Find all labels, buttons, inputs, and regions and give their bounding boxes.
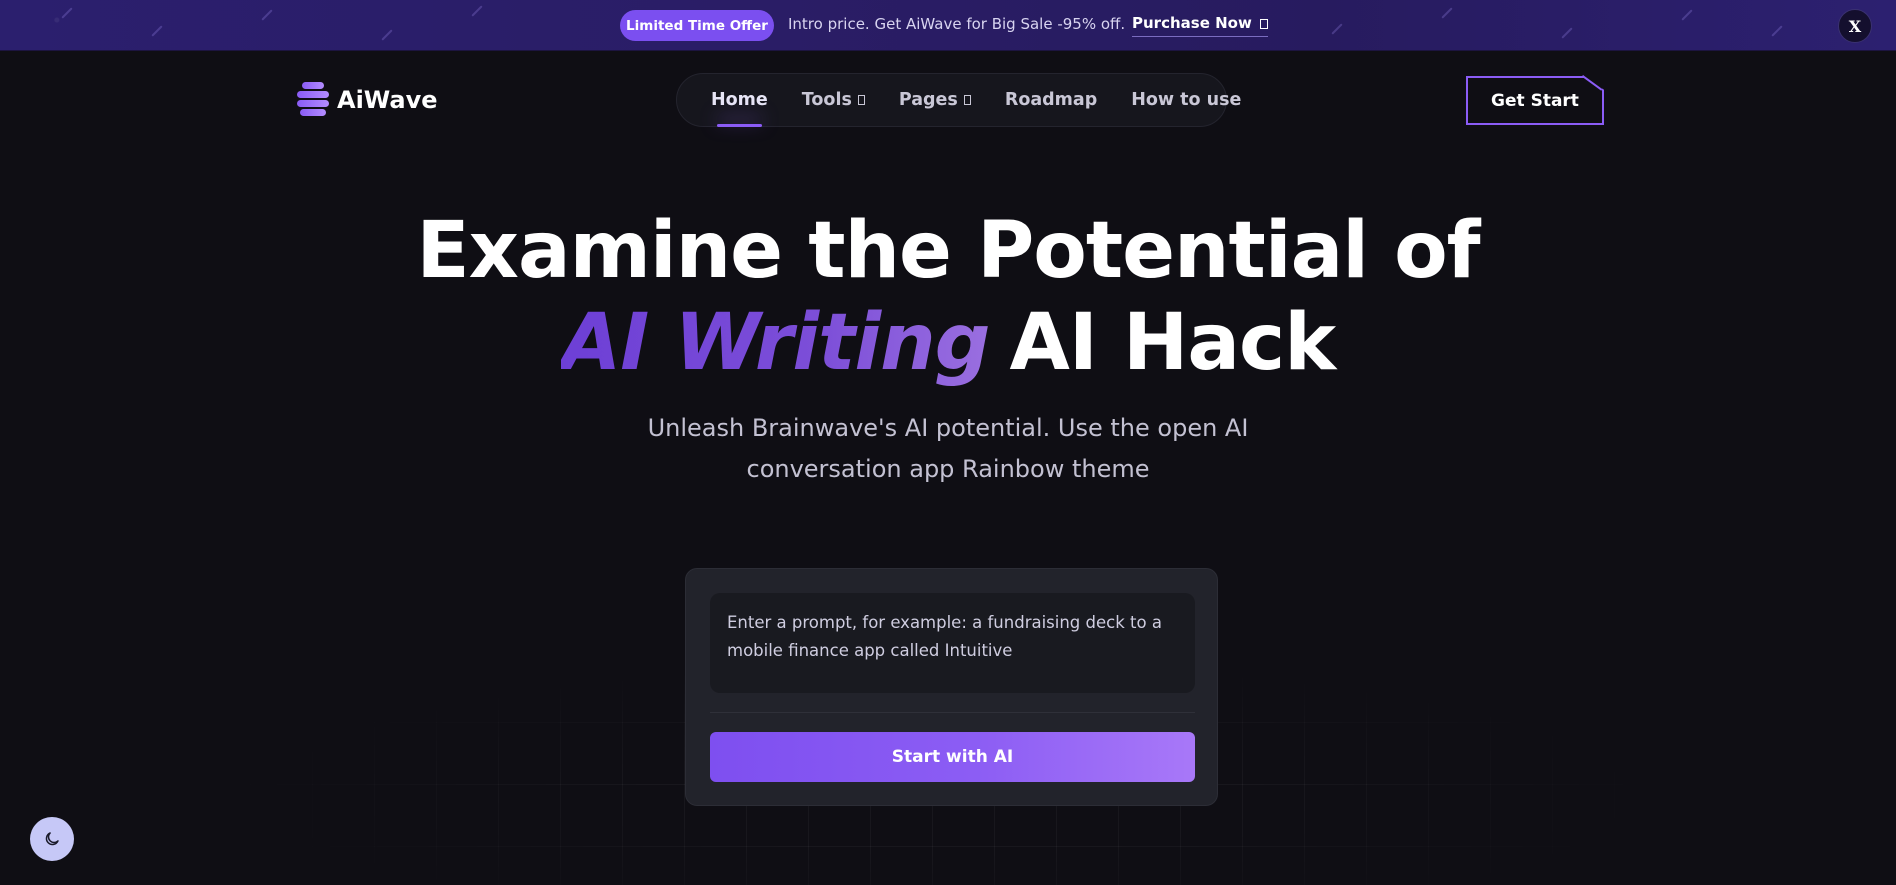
nav-roadmap[interactable]: Roadmap (1005, 90, 1097, 110)
nav-home[interactable]: Home (711, 90, 768, 127)
nav-label: Home (711, 90, 768, 110)
layers-logo-icon (297, 82, 329, 118)
purchase-now-label: Purchase Now (1132, 14, 1252, 32)
nav-label: Pages (898, 90, 958, 110)
hero-title-line2: AI Writing AI Hack (0, 298, 1896, 388)
chevron-down-icon (963, 95, 971, 105)
nav-tools[interactable]: Tools (802, 90, 865, 110)
prompt-input[interactable]: Enter a prompt, for example: a fundraisi… (710, 593, 1195, 693)
main-nav: Home Tools Pages Roadmap How to use (676, 73, 1241, 127)
nav-label: Roadmap (1004, 90, 1098, 110)
logo[interactable]: AiWave (297, 82, 438, 118)
nav-pages[interactable]: Pages (899, 90, 971, 110)
logo-text: AiWave (337, 86, 438, 114)
chevron-down-icon (857, 95, 865, 105)
theme-toggle-button[interactable] (30, 817, 74, 861)
arrow-right-icon (1259, 19, 1268, 29)
promo-text: Intro price. Get AiWave for Big Sale -95… (788, 15, 1126, 33)
nav-label: How to use (1131, 90, 1242, 110)
hero-subtitle: Unleash Brainwave's AI potential. Use th… (647, 414, 1249, 483)
hero-title-rest: AI Hack (1009, 298, 1337, 388)
hero-title-line1: Examine the Potential of (416, 206, 1480, 296)
prompt-card: Enter a prompt, for example: a fundraisi… (685, 568, 1218, 806)
purchase-now-link[interactable]: Purchase Now (1132, 14, 1268, 37)
start-with-ai-button[interactable]: Start with AI (710, 732, 1195, 782)
nav-label: Tools (801, 90, 852, 110)
divider (710, 712, 1195, 713)
nav-how-to-use[interactable]: How to use (1131, 90, 1241, 110)
hero-highlight: AI Writing (560, 298, 991, 388)
moon-icon (45, 832, 59, 846)
promo-badge: Limited Time Offer (620, 10, 774, 41)
close-promo-button[interactable]: X (1838, 9, 1872, 43)
promo-bar: Limited Time Offer Intro price. Get AiWa… (0, 0, 1896, 51)
